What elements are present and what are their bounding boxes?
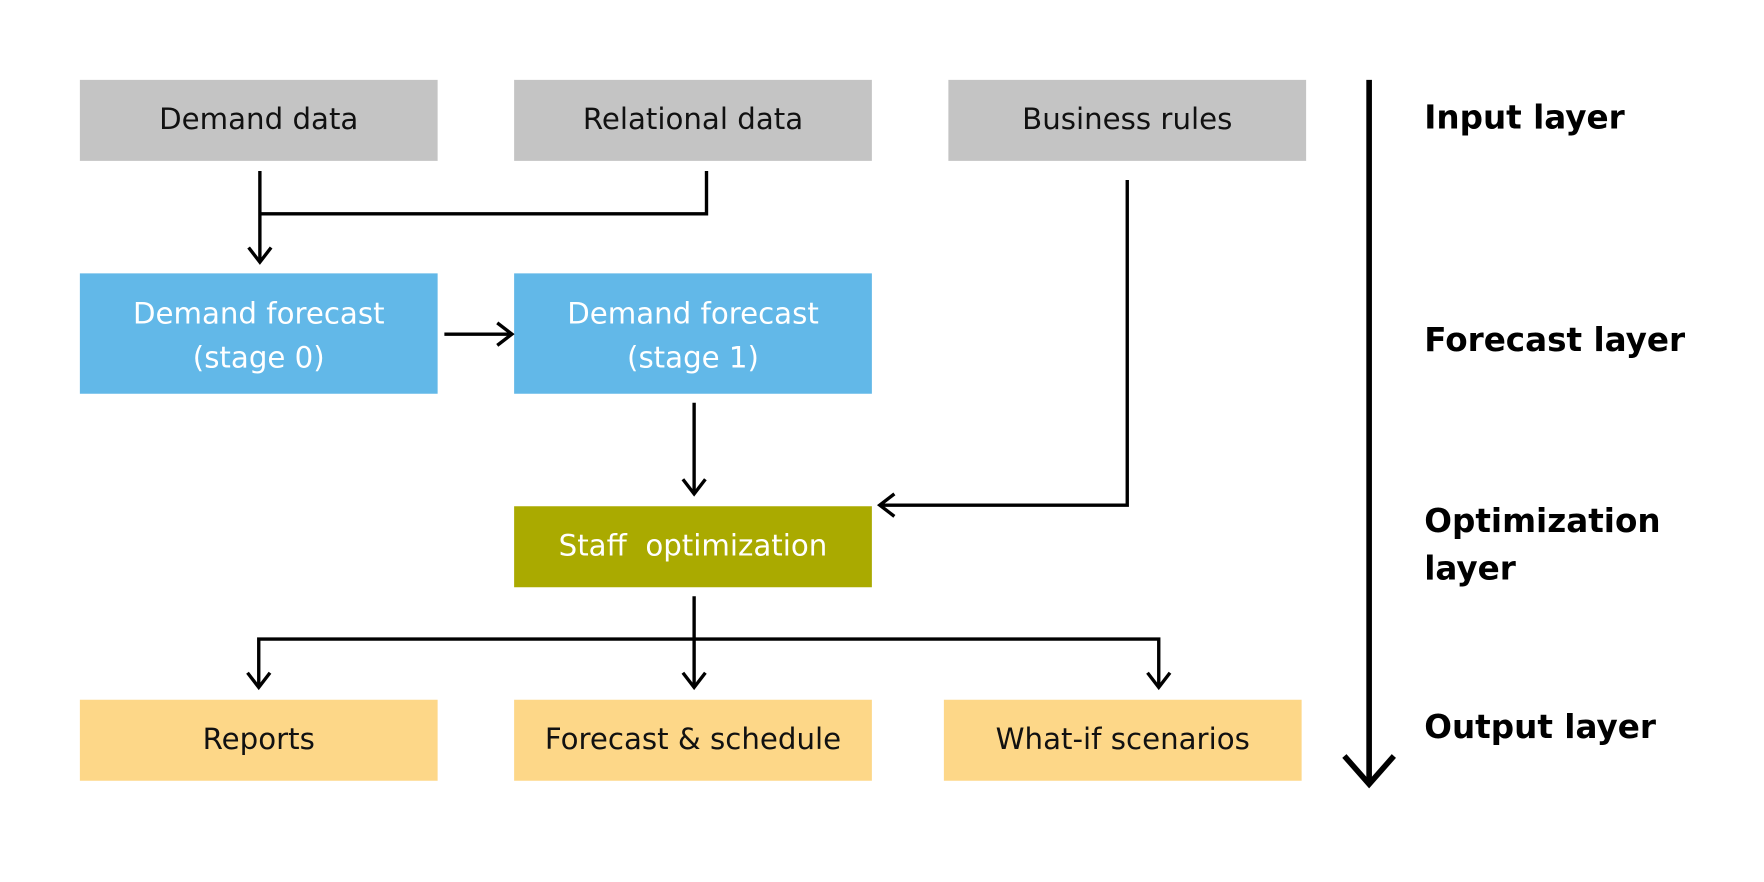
box-label: Business rules <box>1022 102 1232 136</box>
layer-label-output: Output layer <box>1424 708 1656 746</box>
box-label: Relational data <box>583 102 803 136</box>
layer-label-optimization-line2: layer <box>1424 549 1516 587</box>
box-what-if-scenarios: What-if scenarios <box>943 699 1302 781</box>
connector-inputs-to-forecast0 <box>247 171 709 265</box>
connector-forecast0-to-forecast1 <box>444 321 515 347</box>
box-label: Demand forecast <box>567 297 819 331</box>
layer-label-optimization: Optimization <box>1424 502 1660 540</box>
box-relational-data: Relational data <box>514 79 872 161</box>
box-label: Staff optimization <box>559 528 828 562</box>
box-demand-forecast-stage-1: Demand forecast (stage 1) <box>514 273 872 394</box>
box-staff-optimization: Staff optimization <box>514 506 872 588</box>
connector-forecast1-to-staff <box>681 402 707 497</box>
architecture-diagram: Demand data Relational data Business rul… <box>79 79 1685 789</box>
box-label: Demand data <box>159 102 358 136</box>
box-label: (stage 1) <box>627 340 759 374</box>
box-business-rules: Business rules <box>948 79 1307 161</box>
connector-staff-to-outputs <box>246 596 1172 691</box>
box-demand-forecast-stage-0: Demand forecast (stage 0) <box>79 273 438 394</box>
box-label: (stage 0) <box>193 340 325 374</box>
box-forecast-schedule: Forecast & schedule <box>514 699 872 781</box>
layer-label-forecast: Forecast layer <box>1424 321 1685 359</box>
box-reports: Reports <box>79 699 438 781</box>
box-label: Reports <box>203 722 315 756</box>
connector-business-rules-to-staff <box>876 180 1129 518</box>
layer-flow-arrow <box>1342 79 1396 789</box>
box-label: Demand forecast <box>133 297 385 331</box>
layer-label-input: Input layer <box>1424 98 1624 136</box>
box-label: Forecast & schedule <box>545 722 841 756</box>
box-label: What-if scenarios <box>996 722 1250 756</box>
box-demand-data: Demand data <box>79 79 438 161</box>
